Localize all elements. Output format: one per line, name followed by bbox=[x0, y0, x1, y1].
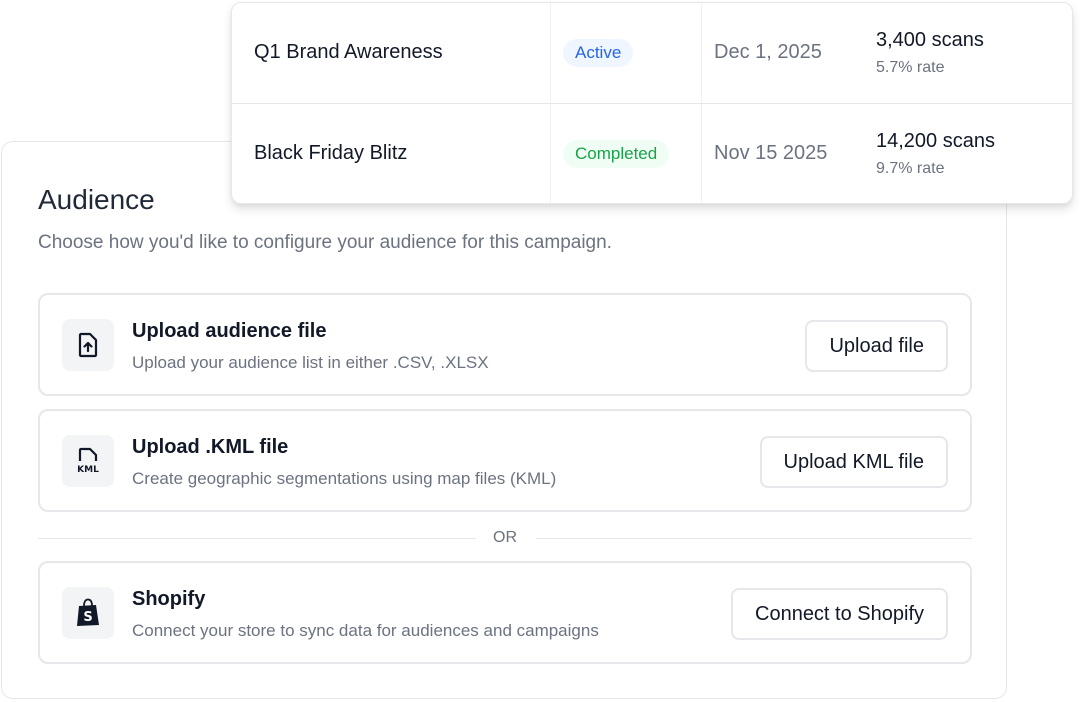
table-row[interactable]: Black Friday Blitz Completed Nov 15 2025… bbox=[232, 103, 1072, 203]
connect-shopify-button[interactable]: Connect to Shopify bbox=[731, 588, 948, 640]
option-title: Shopify bbox=[132, 588, 206, 610]
option-description: Connect your store to sync data for audi… bbox=[132, 621, 599, 640]
column-divider bbox=[550, 3, 551, 103]
campaign-name: Q1 Brand Awareness bbox=[254, 41, 443, 63]
campaign-date: Dec 1, 2025 bbox=[714, 41, 822, 63]
campaigns-table-card: Q1 Brand Awareness Active Dec 1, 2025 3,… bbox=[231, 2, 1073, 204]
audience-subtitle: Choose how you'd like to configure your … bbox=[38, 232, 612, 253]
option-upload-kml-file: KML Upload .KML file Create geographic s… bbox=[38, 409, 972, 512]
option-title: Upload .KML file bbox=[132, 436, 289, 458]
upload-kml-file-button[interactable]: Upload KML file bbox=[759, 436, 948, 488]
audience-card: Audience Choose how you'd like to config… bbox=[1, 141, 1007, 699]
audience-title: Audience bbox=[38, 184, 155, 215]
option-description: Upload your audience list in either .CSV… bbox=[132, 353, 489, 372]
column-divider bbox=[701, 104, 702, 203]
option-title: Upload audience file bbox=[132, 320, 327, 342]
file-upload-icon bbox=[62, 319, 114, 371]
or-divider: OR bbox=[38, 527, 972, 549]
campaign-scans: 3,400 scans bbox=[876, 29, 984, 51]
campaign-rate: 5.7% rate bbox=[876, 59, 945, 76]
option-upload-audience-file: Upload audience file Upload your audienc… bbox=[38, 293, 972, 396]
campaign-scans: 14,200 scans bbox=[876, 130, 995, 152]
svg-text:KML: KML bbox=[77, 465, 99, 475]
column-divider bbox=[701, 3, 702, 103]
campaign-date: Nov 15 2025 bbox=[714, 142, 828, 164]
option-shopify: S Shopify Connect your store to sync dat… bbox=[38, 561, 972, 664]
status-badge: Active bbox=[563, 39, 634, 67]
option-description: Create geographic segmentations using ma… bbox=[132, 469, 557, 488]
campaign-rate: 9.7% rate bbox=[876, 160, 945, 177]
status-badge: Completed bbox=[563, 140, 670, 168]
table-row[interactable]: Q1 Brand Awareness Active Dec 1, 2025 3,… bbox=[232, 3, 1072, 103]
upload-file-button[interactable]: Upload file bbox=[805, 320, 948, 372]
or-divider-text: OR bbox=[493, 529, 517, 546]
kml-file-icon: KML bbox=[62, 435, 114, 487]
column-divider bbox=[550, 104, 551, 203]
shopify-bag-icon: S bbox=[62, 587, 114, 639]
campaign-name: Black Friday Blitz bbox=[254, 142, 408, 164]
svg-text:S: S bbox=[83, 610, 92, 625]
